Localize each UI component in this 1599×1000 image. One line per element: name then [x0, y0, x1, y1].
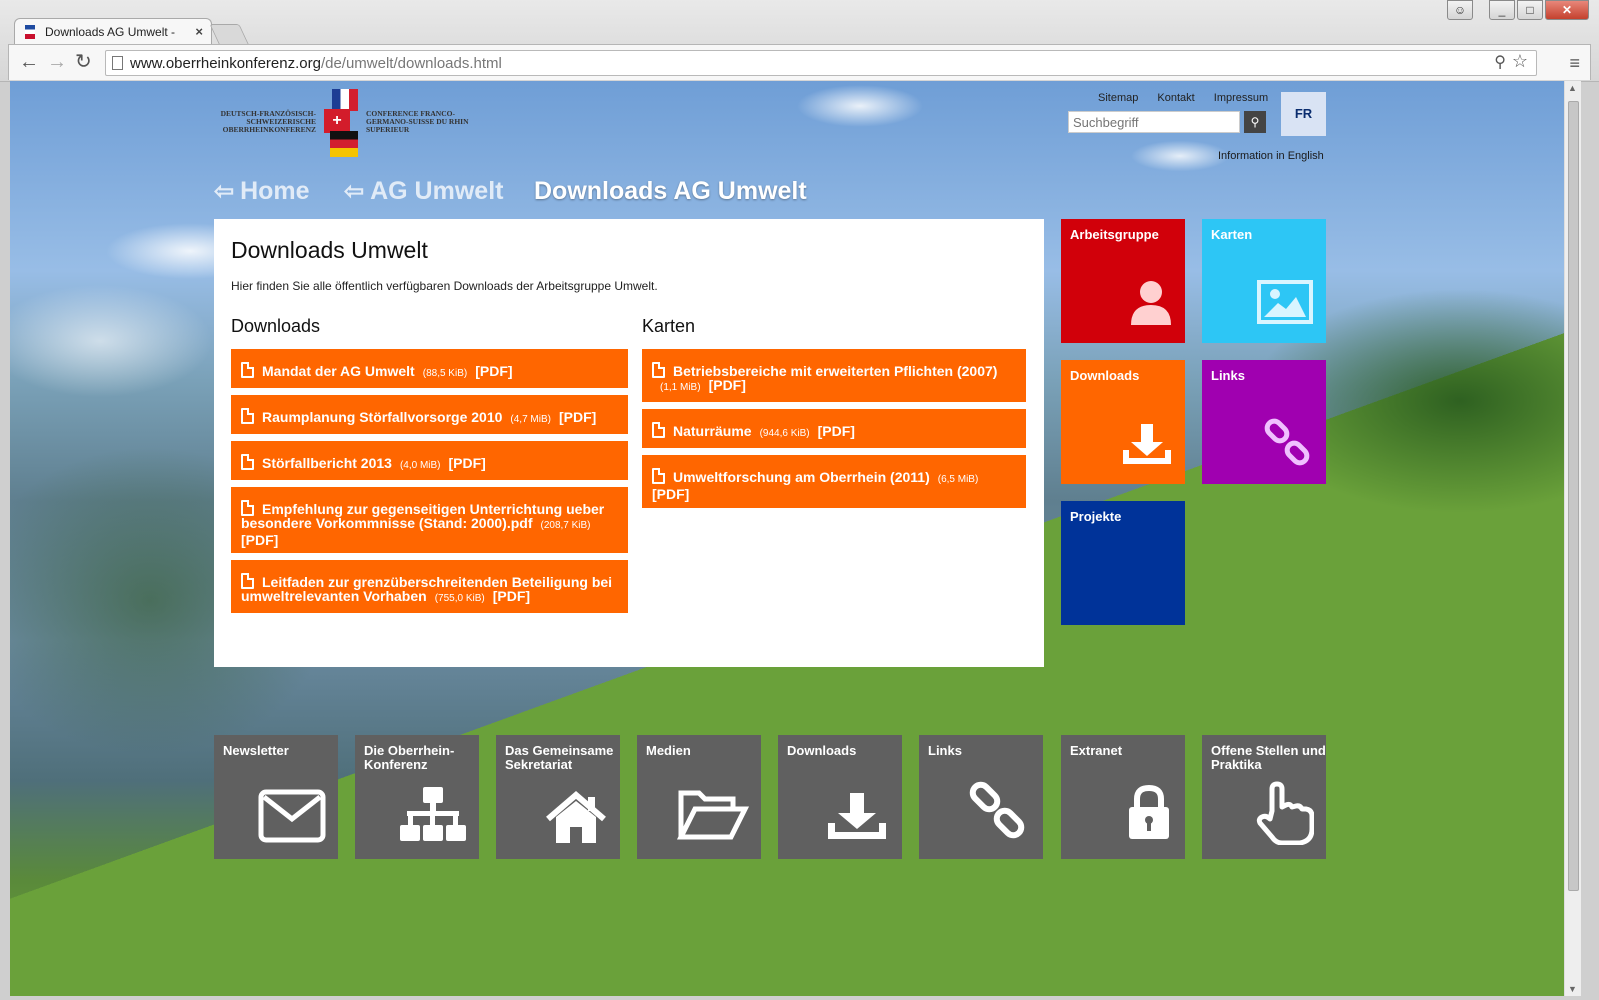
file-icon — [241, 362, 254, 378]
link-icon — [1264, 418, 1310, 466]
close-window-button[interactable]: ✕ — [1545, 0, 1589, 20]
hand-pointer-icon — [1256, 781, 1314, 845]
sitemap-icon — [400, 787, 466, 841]
tile-medien[interactable]: Medien — [637, 735, 761, 859]
site-logo[interactable]: DEUTSCH-FRANZÖSISCH-SCHWEIZERISCHE OBERR… — [216, 85, 480, 159]
kontakt-link[interactable]: Kontakt — [1157, 92, 1194, 104]
karten-item[interactable]: Umweltforschung am Oberrhein (2011) (6,5 … — [642, 455, 1026, 508]
logo-text-de: DEUTSCH-FRANZÖSISCH-SCHWEIZERISCHE OBERR… — [220, 109, 316, 134]
forward-arrow-icon[interactable]: → — [47, 51, 67, 73]
download-item[interactable]: Raumplanung Störfallvorsorge 2010 (4,7 Mi… — [231, 395, 628, 434]
download-item[interactable]: Störfallbericht 2013 (4,0 MiB) [PDF] — [231, 441, 628, 480]
link-icon — [969, 781, 1025, 839]
url-text[interactable]: www.oberrheinkonferenz.org/de/umwelt/dow… — [130, 55, 502, 72]
favicon-icon — [25, 25, 35, 39]
lock-icon — [1129, 785, 1169, 839]
tile-extranet[interactable]: Extranet — [1061, 735, 1185, 859]
bookmark-star-icon[interactable]: ☆ — [1512, 51, 1528, 72]
tile-arbeitsgruppe[interactable]: Arbeitsgruppe — [1061, 219, 1185, 343]
language-fr-button[interactable]: FR — [1281, 92, 1326, 136]
breadcrumb-ag-umwelt[interactable]: ⇦ AG Umwelt — [344, 177, 503, 206]
back-arrow-icon[interactable]: ← — [19, 51, 39, 73]
reload-icon[interactable]: ↻ — [75, 51, 92, 73]
tile-downloads[interactable]: Downloads — [778, 735, 902, 859]
home-icon — [546, 791, 606, 843]
page-scrollbar[interactable]: ▲ ▼ — [1564, 81, 1581, 996]
content-title: Downloads Umwelt — [231, 237, 428, 263]
file-icon — [241, 408, 254, 424]
top-links: Sitemap Kontakt Impressum — [1098, 92, 1284, 104]
karten-item[interactable]: Naturräume (944,6 KiB) [PDF] — [642, 409, 1026, 448]
download-icon — [1123, 424, 1171, 464]
downloads-heading: Downloads — [231, 316, 321, 336]
user-icon[interactable]: ☺ — [1447, 0, 1473, 20]
scroll-up-icon[interactable]: ▲ — [1568, 83, 1577, 93]
logo-flags-icon: + — [324, 89, 358, 157]
download-icon — [828, 793, 886, 839]
breadcrumb-home[interactable]: ⇦ Home — [214, 177, 310, 206]
tile-links-side[interactable]: Links — [1202, 360, 1326, 484]
tile-newsletter[interactable]: Newsletter — [214, 735, 338, 859]
user-icon — [1131, 281, 1171, 325]
file-icon — [652, 362, 665, 378]
browser-toolbar: ← → ↻ www.oberrheinkonferenz.org/de/umwe… — [8, 44, 1591, 80]
tile-offene-stellen[interactable]: Offene Stellen und Praktika — [1202, 735, 1326, 859]
file-icon — [241, 500, 254, 516]
browser-tab[interactable]: Downloads AG Umwelt - × — [14, 18, 212, 44]
search-icon[interactable]: ⚲ — [1244, 111, 1266, 133]
envelope-icon — [258, 789, 326, 843]
image-icon — [1257, 280, 1313, 324]
file-icon — [652, 422, 665, 438]
tile-projekte[interactable]: Projekte — [1061, 501, 1185, 625]
search-input[interactable] — [1068, 111, 1240, 133]
arrow-left-icon: ⇦ — [214, 178, 235, 205]
page-title: Downloads AG Umwelt — [534, 177, 807, 205]
logo-text-fr: CONFERENCE FRANCO-GERMANO-SUISSE DU RHIN… — [366, 109, 469, 134]
download-item[interactable]: Leitfaden zur grenzüberschreitenden Bete… — [231, 560, 628, 613]
browser-chrome: Downloads AG Umwelt - × ☺ _ □ ✕ ← → ↻ ww… — [0, 0, 1599, 82]
zoom-icon[interactable]: ⚲ — [1494, 52, 1506, 72]
file-icon — [241, 454, 254, 470]
tile-links[interactable]: Links — [919, 735, 1043, 859]
download-item[interactable]: Mandat der AG Umwelt (88,5 KiB) [PDF] — [231, 349, 628, 388]
scroll-down-icon[interactable]: ▼ — [1568, 984, 1577, 994]
page-icon — [112, 56, 123, 70]
intro-text: Hier finden Sie alle öffentlich verfügba… — [231, 279, 658, 293]
tab-title: Downloads AG Umwelt - — [45, 25, 176, 39]
karten-heading: Karten — [642, 316, 696, 336]
page-viewport: DEUTSCH-FRANZÖSISCH-SCHWEIZERISCHE OBERR… — [10, 81, 1581, 996]
karten-item[interactable]: Betriebsbereiche mit erweiterten Pflicht… — [642, 349, 1026, 402]
address-bar[interactable]: www.oberrheinkonferenz.org/de/umwelt/dow… — [105, 50, 1537, 76]
maximize-button[interactable]: □ — [1517, 0, 1543, 20]
impressum-link[interactable]: Impressum — [1214, 92, 1268, 104]
download-item[interactable]: Empfehlung zur gegenseitigen Unterrichtu… — [231, 487, 628, 553]
new-tab-button[interactable] — [209, 24, 249, 44]
file-icon — [241, 573, 254, 589]
file-icon — [652, 468, 665, 484]
folder-open-icon — [677, 790, 749, 840]
tile-oberrhein-konferenz[interactable]: Die Oberrhein-Konferenz — [355, 735, 479, 859]
minimize-button[interactable]: _ — [1489, 0, 1515, 20]
content-panel: Downloads Umwelt Hier finden Sie alle öf… — [214, 219, 1044, 667]
tile-downloads-side[interactable]: Downloads — [1061, 360, 1185, 484]
window-controls: ☺ _ □ ✕ — [1447, 0, 1589, 20]
tab-close-icon[interactable]: × — [195, 24, 203, 39]
tile-sekretariat[interactable]: Das Gemeinsame Sekretariat — [496, 735, 620, 859]
information-english-link[interactable]: Information in English — [1218, 150, 1324, 162]
arrow-left-icon: ⇦ — [344, 178, 365, 205]
scrollbar-thumb[interactable] — [1568, 101, 1579, 891]
tile-karten[interactable]: Karten — [1202, 219, 1326, 343]
menu-icon[interactable]: ≡ — [1569, 53, 1580, 74]
sitemap-link[interactable]: Sitemap — [1098, 92, 1138, 104]
